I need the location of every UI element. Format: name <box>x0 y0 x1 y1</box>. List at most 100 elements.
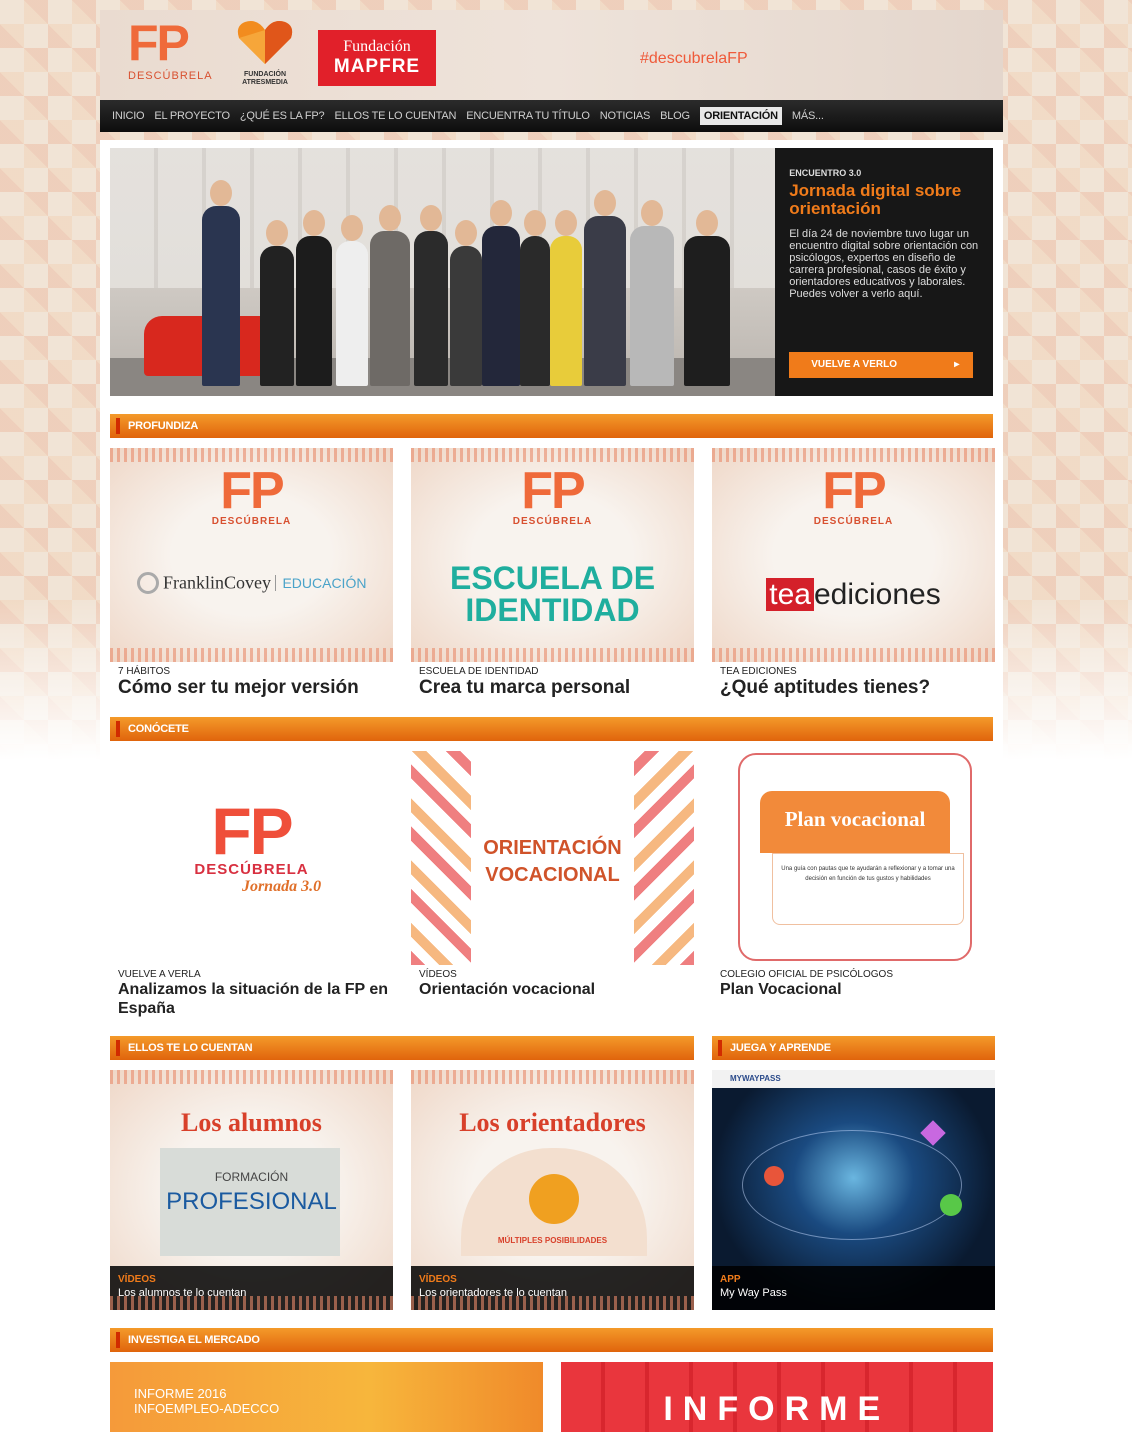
card-orientacion-vocacional[interactable]: ORIENTACIÓN VOCACIONAL VÍDEOS Orientació… <box>411 751 694 1018</box>
brand-line-1: ESCUELA DE <box>449 560 656 596</box>
card-thumbnail[interactable]: Los alumnos FORMACIÓN PROFESIONAL VÍDEOS… <box>110 1070 393 1310</box>
star-icon <box>920 1120 946 1146</box>
img-subtitle: MÚLTIPLES POSIBILIDADES <box>497 1236 608 1245</box>
card-title[interactable]: Orientación vocacional <box>411 980 694 999</box>
page-container: FP DESCÚBRELA FUNDACIÓN ATRESMEDIA Funda… <box>100 10 1003 1432</box>
orientacion-title-art: ORIENTACIÓN VOCACIONAL <box>411 835 694 889</box>
card-escuela-identidad[interactable]: FP DESCÚBRELA ESCUELA DE IDENTIDAD ESCUEL… <box>411 448 694 699</box>
escuela-identidad-logo: ESCUELA DE IDENTIDAD <box>411 562 694 626</box>
caption-kicker: VÍDEOS <box>419 1274 457 1285</box>
mapfre-label-1: Fundación <box>343 38 411 55</box>
brand-sub: EDUCACIÓN <box>275 575 367 591</box>
photo-person <box>336 215 368 386</box>
card-thumbnail[interactable]: MYWAYPASS APP My Way Pass <box>712 1070 995 1310</box>
section-marker <box>116 1040 120 1056</box>
radio-icon <box>529 1174 579 1224</box>
section-label: INVESTIGA EL MERCADO <box>128 1334 260 1346</box>
banner-title: INFORME <box>663 1390 891 1428</box>
tea-ediciones-logo: tea ediciones <box>712 578 995 612</box>
card-plan-vocacional[interactable]: Plan vocacional Una guía con pautas que … <box>712 751 995 1018</box>
card-thumbnail[interactable]: FP DESCÚBRELA ESCUELA DE IDENTIDAD <box>411 448 694 662</box>
nav-que-es-la-fp[interactable]: ¿QUÉ ES LA FP? <box>240 110 325 122</box>
planet-icon <box>940 1194 962 1216</box>
atresmedia-logo[interactable]: FUNDACIÓN ATRESMEDIA <box>230 18 300 94</box>
fp-descubrela-logo[interactable]: FP DESCÚBRELA <box>128 18 216 90</box>
investiga-grid: INFORME 2016 INFOEMPLEO-ADECCO INFORME <box>110 1362 993 1432</box>
card-jornada-fp[interactable]: FP DESCÚBRELA Jornada 3.0 VUELVE A VERLA… <box>110 751 393 1018</box>
atresmedia-label-1: FUNDACIÓN <box>244 71 286 78</box>
photo-person <box>296 210 332 386</box>
card-kicker: VUELVE A VERLA <box>118 969 201 980</box>
profundiza-grid: FP DESCÚBRELA FranklinCovey EDUCACIÓN 7 H… <box>110 448 995 699</box>
card-title[interactable]: Cómo ser tu mejor versión <box>110 677 393 699</box>
photo-person <box>684 210 730 386</box>
card-title[interactable]: Plan Vocacional <box>712 980 995 999</box>
nav-mas-dropdown[interactable]: MÁS... <box>792 110 824 122</box>
card-thumbnail[interactable]: FP DESCÚBRELA tea ediciones <box>712 448 995 662</box>
brand-line-2: IDENTIDAD <box>465 592 640 628</box>
section-bars-row: ELLOS TE LO CUENTAN JUEGA Y APRENDE <box>110 1018 995 1060</box>
card-title[interactable]: ¿Qué aptitudes tienes? <box>712 677 995 699</box>
nav-encuentra-tu-titulo[interactable]: ENCUENTRA TU TÍTULO <box>466 110 590 122</box>
hero-description: El día 24 de noviembre tuvo lugar un enc… <box>789 228 979 300</box>
logo-fp-subtext: DESCÚBRELA <box>128 70 213 82</box>
nav-blog[interactable]: BLOG <box>660 110 690 122</box>
mapfre-logo[interactable]: Fundación MAPFRE <box>318 30 436 86</box>
card-title[interactable]: Crea tu marca personal <box>411 677 694 699</box>
franklincovey-logo: FranklinCovey EDUCACIÓN <box>110 572 393 594</box>
caption-title[interactable]: Los orientadores te lo cuentan <box>419 1287 686 1299</box>
app-header: MYWAYPASS <box>712 1070 995 1088</box>
vuelve-a-verlo-button[interactable]: VUELVE A VERLO ▸ <box>789 352 974 378</box>
fp-logo: FP DESCÚBRELA <box>512 462 593 527</box>
card-thumbnail[interactable]: Los orientadores MÚLTIPLES POSIBILIDADES… <box>411 1070 694 1310</box>
section-label: CONÓCETE <box>128 723 189 735</box>
nav-ellos-te-lo-cuentan[interactable]: ELLOS TE LO CUENTAN <box>334 110 456 122</box>
brand-sub: ediciones <box>813 578 941 611</box>
section-bar-ellos: ELLOS TE LO CUENTAN <box>110 1036 694 1060</box>
hero-feature: ENCUENTRO 3.0 Jornada digital sobre orie… <box>110 148 993 396</box>
atresmedia-label-2: ATRESMEDIA <box>242 79 288 86</box>
banner-informe[interactable]: INFORME <box>560 1362 993 1432</box>
card-los-orientadores[interactable]: Los orientadores MÚLTIPLES POSIBILIDADES… <box>411 1070 694 1310</box>
banner-informe-2016[interactable]: INFORME 2016 INFOEMPLEO-ADECCO <box>110 1362 543 1432</box>
card-thumbnail[interactable]: FP DESCÚBRELA Jornada 3.0 <box>110 751 393 965</box>
card-franklincovey[interactable]: FP DESCÚBRELA FranklinCovey EDUCACIÓN 7 H… <box>110 448 393 699</box>
card-los-alumnos[interactable]: Los alumnos FORMACIÓN PROFESIONAL VÍDEOS… <box>110 1070 393 1310</box>
nav-noticias[interactable]: NOTICIAS <box>600 110 651 122</box>
photo-person <box>550 210 582 386</box>
main-content: ENCUENTRO 3.0 Jornada digital sobre orie… <box>100 140 1003 1432</box>
plan-desc-art: Una guía con pautas que te ayudarán a re… <box>772 853 964 925</box>
fp-jornada-logo: FP DESCÚBRELA Jornada 3.0 <box>110 794 393 896</box>
main-nav: INICIO EL PROYECTO ¿QUÉ ES LA FP? ELLOS … <box>100 100 1003 132</box>
mapfre-label-2: MAPFRE <box>333 56 421 77</box>
chevron-right-icon: ▸ <box>954 359 960 370</box>
section-marker <box>116 1332 120 1348</box>
section-label: JUEGA Y APRENDE <box>730 1042 831 1054</box>
caption-kicker: APP <box>720 1274 741 1285</box>
hero-title[interactable]: Jornada digital sobre orientación <box>789 182 979 218</box>
circle-icon <box>136 572 159 594</box>
caption-title[interactable]: Los alumnos te lo cuentan <box>118 1287 385 1299</box>
hero-group-photo[interactable] <box>110 148 776 396</box>
section-label: ELLOS TE LO CUENTAN <box>128 1042 253 1054</box>
card-thumbnail[interactable]: FP DESCÚBRELA FranklinCovey EDUCACIÓN <box>110 448 393 662</box>
card-thumbnail[interactable]: Plan vocacional Una guía con pautas que … <box>712 751 995 965</box>
card-my-way-pass[interactable]: MYWAYPASS APP My Way Pass <box>712 1070 995 1310</box>
card-kicker: TEA EDICIONES <box>720 666 797 677</box>
nav-orientacion[interactable]: ORIENTACIÓN <box>699 107 782 125</box>
caption-title[interactable]: My Way Pass <box>720 1287 987 1299</box>
photo-person <box>584 190 626 386</box>
card-tea-ediciones[interactable]: FP DESCÚBRELA tea ediciones TEA EDICIONES … <box>712 448 995 699</box>
hero-info-panel: ENCUENTRO 3.0 Jornada digital sobre orie… <box>775 148 993 396</box>
planet-icon <box>764 1166 784 1186</box>
hashtag[interactable]: #descubrelaFP <box>640 50 748 68</box>
nav-el-proyecto[interactable]: EL PROYECTO <box>154 110 230 122</box>
card-kicker: VÍDEOS <box>419 969 457 980</box>
card-thumbnail[interactable]: ORIENTACIÓN VOCACIONAL <box>411 751 694 965</box>
img-fp: FP <box>211 794 293 868</box>
cta-label: VUELVE A VERLO <box>811 359 897 370</box>
nav-inicio[interactable]: INICIO <box>112 110 145 122</box>
card-title[interactable]: Analizamos la situación de la FP en Espa… <box>110 980 393 1018</box>
photo-person <box>630 200 674 386</box>
fp-logo: FP DESCÚBRELA <box>211 462 292 527</box>
